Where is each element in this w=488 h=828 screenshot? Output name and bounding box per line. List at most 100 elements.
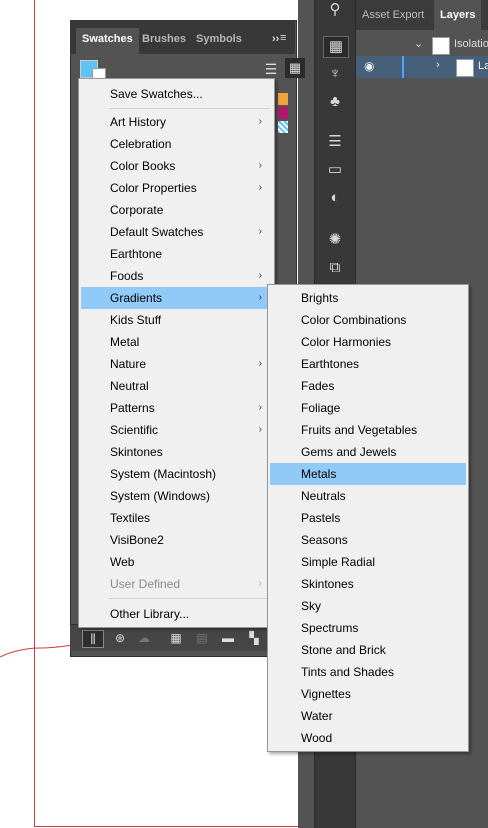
menu-item-label: Default Swatches bbox=[110, 225, 204, 239]
menu-item-neutral[interactable]: Neutral bbox=[81, 375, 272, 397]
new-color-group-icon[interactable]: ▬ bbox=[220, 630, 236, 646]
layer-name: Isolatio bbox=[454, 38, 488, 50]
submenu-item-pastels[interactable]: Pastels bbox=[270, 507, 466, 529]
submenu-item-spectrums[interactable]: Spectrums bbox=[270, 617, 466, 639]
menu-item-other-library[interactable]: Other Library... bbox=[81, 603, 272, 625]
menu-item-label: Textiles bbox=[110, 511, 151, 525]
eye-icon[interactable]: ◉ bbox=[364, 59, 374, 73]
align-icon[interactable]: ☰ bbox=[323, 132, 347, 152]
tab-swatches[interactable]: Swatches bbox=[76, 28, 139, 54]
menu-item-save-swatches[interactable]: Save Swatches... bbox=[81, 83, 272, 105]
submenu-item-skintones[interactable]: Skintones bbox=[270, 573, 466, 595]
menu-item-label: Kids Stuff bbox=[110, 313, 162, 327]
submenu-item-water[interactable]: Water bbox=[270, 705, 466, 727]
submenu-item-simple-radial[interactable]: Simple Radial bbox=[270, 551, 466, 573]
tab-symbols[interactable]: Symbols bbox=[190, 28, 248, 54]
cloud-icon[interactable]: ☁ bbox=[136, 630, 152, 646]
submenu-item-vignettes[interactable]: Vignettes bbox=[270, 683, 466, 705]
new-swatch-icon[interactable]: ▚ bbox=[246, 630, 262, 646]
menu-item-nature[interactable]: Nature › bbox=[81, 353, 272, 375]
menu-item-label: Gems and Jewels bbox=[301, 445, 397, 459]
submenu-item-brights[interactable]: Brights bbox=[270, 287, 466, 309]
menu-item-label: Nature bbox=[110, 357, 147, 371]
submenu-arrow-icon: › bbox=[258, 358, 262, 369]
menu-item-earthtone[interactable]: Earthtone bbox=[81, 243, 272, 265]
menu-item-label: User Defined bbox=[110, 577, 181, 591]
layer-color-bar bbox=[402, 56, 404, 78]
menu-item-label: Fades bbox=[301, 379, 335, 393]
color-group-icon[interactable]: ▤ bbox=[194, 630, 210, 646]
submenu-item-foliage[interactable]: Foliage bbox=[270, 397, 466, 419]
menu-item-label: Tints and Shades bbox=[301, 665, 394, 679]
menu-item-label: Fruits and Vegetables bbox=[301, 423, 418, 437]
gradient-icon[interactable]: ▭ bbox=[323, 160, 347, 180]
show-swatch-kinds-icon[interactable]: ⊛ bbox=[112, 630, 128, 646]
swatch-orange[interactable] bbox=[278, 93, 288, 105]
menu-item-color-books[interactable]: Color Books › bbox=[81, 155, 272, 177]
submenu-item-neutrals[interactable]: Neutrals bbox=[270, 485, 466, 507]
swatches-bottom-toolbar: ⫼ ⊛ ☁ ▦ ▤ ▬ ▚ bbox=[70, 624, 295, 651]
submenu-item-tints-and-shades[interactable]: Tints and Shades bbox=[270, 661, 466, 683]
menu-item-scientific[interactable]: Scientific › bbox=[81, 419, 272, 441]
menu-item-default-swatches[interactable]: Default Swatches › bbox=[81, 221, 272, 243]
swatch-magenta[interactable] bbox=[278, 107, 288, 119]
swatch-pattern[interactable] bbox=[278, 121, 288, 133]
grid-view-icon[interactable]: ▦ bbox=[285, 58, 305, 78]
submenu-item-earthtones[interactable]: Earthtones bbox=[270, 353, 466, 375]
menu-item-art-history[interactable]: Art History › bbox=[81, 111, 272, 133]
menu-item-gradients[interactable]: Gradients › bbox=[81, 287, 272, 309]
tab-asset-export[interactable]: Asset Export bbox=[356, 0, 430, 30]
submenu-item-sky[interactable]: Sky bbox=[270, 595, 466, 617]
appearance-icon[interactable]: ✺ bbox=[323, 230, 347, 250]
submenu-arrow-icon: › bbox=[258, 270, 262, 281]
transparency-icon[interactable]: ◐ bbox=[323, 188, 347, 208]
menu-item-label: Patterns bbox=[110, 401, 155, 415]
menu-item-visibone2[interactable]: VisiBone2 bbox=[81, 529, 272, 551]
submenu-item-wood[interactable]: Wood bbox=[270, 727, 466, 749]
submenu-item-color-combinations[interactable]: Color Combinations bbox=[270, 309, 466, 331]
menu-item-web[interactable]: Web bbox=[81, 551, 272, 573]
layer-row-isolation[interactable]: ⌄ Isolatio bbox=[356, 34, 488, 56]
artboards-icon[interactable]: ▦ bbox=[323, 36, 349, 58]
tab-brushes[interactable]: Brushes bbox=[136, 28, 192, 54]
menu-item-skintones[interactable]: Skintones bbox=[81, 441, 272, 463]
submenu-item-seasons[interactable]: Seasons bbox=[270, 529, 466, 551]
chevron-down-icon[interactable]: ⌄ bbox=[414, 37, 423, 50]
club-icon[interactable]: ♣ bbox=[323, 92, 347, 112]
puppet-icon[interactable]: ♆ bbox=[323, 64, 347, 84]
panel-menu-icon[interactable]: ≡ bbox=[280, 32, 292, 44]
menu-item-corporate[interactable]: Corporate bbox=[81, 199, 272, 221]
zoom-icon[interactable]: ⚲ bbox=[323, 0, 347, 20]
menu-item-label: Metal bbox=[110, 335, 140, 349]
menu-item-textiles[interactable]: Textiles bbox=[81, 507, 272, 529]
submenu-item-gems-and-jewels[interactable]: Gems and Jewels bbox=[270, 441, 466, 463]
transform-icon[interactable]: ⧉ bbox=[323, 258, 347, 278]
menu-item-color-properties[interactable]: Color Properties › bbox=[81, 177, 272, 199]
menu-item-celebration[interactable]: Celebration bbox=[81, 133, 272, 155]
submenu-item-fruits-and-vegetables[interactable]: Fruits and Vegetables bbox=[270, 419, 466, 441]
swatch-libraries-menu-icon[interactable]: ⫼ bbox=[82, 630, 104, 648]
menu-item-label: Neutrals bbox=[301, 489, 346, 503]
submenu-item-color-harmonies[interactable]: Color Harmonies bbox=[270, 331, 466, 353]
menu-item-system-macintosh[interactable]: System (Macintosh) bbox=[81, 463, 272, 485]
chevron-right-icon[interactable]: › bbox=[436, 59, 440, 71]
submenu-item-stone-and-brick[interactable]: Stone and Brick bbox=[270, 639, 466, 661]
layers-tab-bar: Asset Export Layers bbox=[356, 0, 488, 30]
gradients-submenu: Brights Color Combinations Color Harmonies… bbox=[267, 284, 469, 752]
menu-item-patterns[interactable]: Patterns › bbox=[81, 397, 272, 419]
swatch-options-icon[interactable]: ▦ bbox=[168, 630, 184, 646]
submenu-item-fades[interactable]: Fades bbox=[270, 375, 466, 397]
menu-item-label: Corporate bbox=[110, 203, 164, 217]
menu-item-kids-stuff[interactable]: Kids Stuff bbox=[81, 309, 272, 331]
menu-item-metal[interactable]: Metal bbox=[81, 331, 272, 353]
layer-row-selected[interactable]: ◉ › La bbox=[356, 56, 488, 78]
submenu-item-metals[interactable]: Metals bbox=[270, 463, 466, 485]
tab-layers[interactable]: Layers bbox=[434, 0, 482, 30]
list-view-icon[interactable]: ☰ bbox=[262, 60, 280, 78]
menu-item-label: Art History bbox=[110, 115, 167, 129]
menu-item-label: Color Books bbox=[110, 159, 176, 173]
menu-item-label: Stone and Brick bbox=[301, 643, 386, 657]
menu-item-system-windows[interactable]: System (Windows) bbox=[81, 485, 272, 507]
menu-item-user-defined: User Defined › bbox=[81, 573, 272, 595]
menu-item-foods[interactable]: Foods › bbox=[81, 265, 272, 287]
